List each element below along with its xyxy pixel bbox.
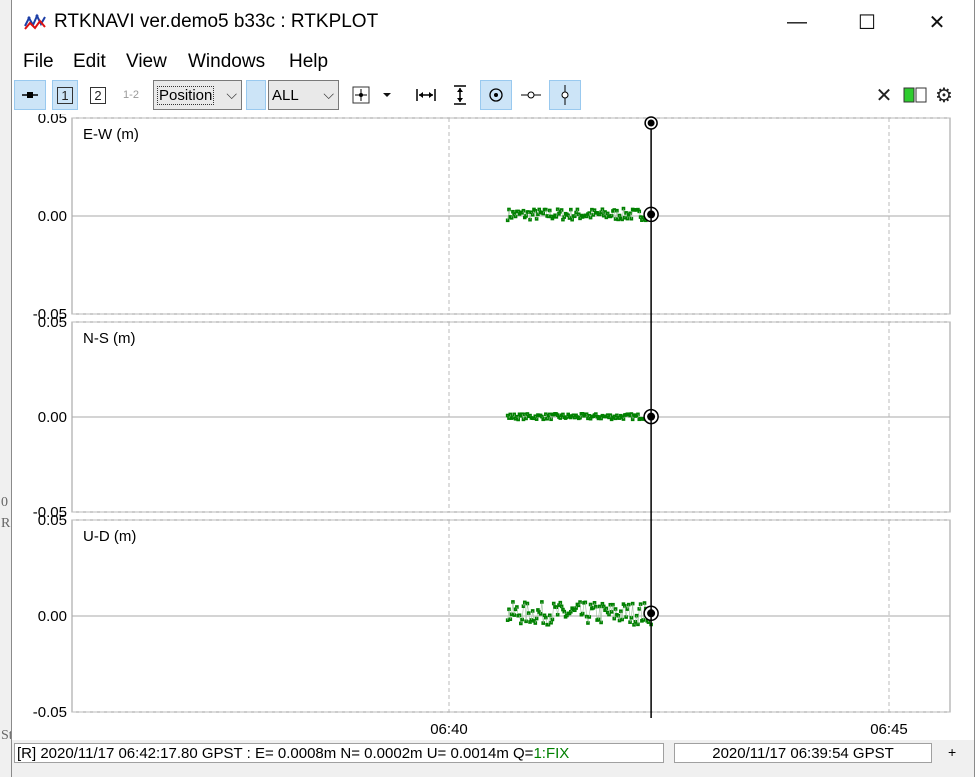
status-bar: [R] 2020/11/17 06:42:17.80 GPST : E= 0.0… xyxy=(12,740,974,777)
crosshair-icon xyxy=(352,86,370,104)
y-tick-label: 0.05 xyxy=(38,512,67,529)
panel-label: N-S (m) xyxy=(83,330,136,347)
y-tick-label: 0.05 xyxy=(38,314,67,331)
chevron-down-icon: ⌵ xyxy=(226,86,237,102)
connect-icon xyxy=(22,92,38,98)
menu-bar: File Edit View Windows Help xyxy=(12,46,974,76)
data-point xyxy=(578,415,582,420)
fit-vertical-button[interactable] xyxy=(445,80,475,110)
menu-edit[interactable]: Edit xyxy=(73,51,106,73)
menu-windows[interactable]: Windows xyxy=(188,51,265,73)
y-tick-label: 0.00 xyxy=(38,409,67,426)
battery-icon xyxy=(903,87,927,103)
fit-horizontal-icon xyxy=(416,89,436,101)
data-point xyxy=(592,601,597,605)
fit-vertical-icon xyxy=(454,85,466,105)
y-tick-label: -0.05 xyxy=(33,704,67,721)
plot-type-select[interactable]: Position ⌵ xyxy=(153,80,242,110)
data-point xyxy=(637,607,642,611)
tab-1-label: 1 xyxy=(57,86,73,104)
track-icon xyxy=(521,91,541,99)
fit-horizontal-button[interactable] xyxy=(411,80,441,110)
close-icon[interactable]: ✕ xyxy=(872,80,896,110)
target-icon xyxy=(489,88,503,102)
solution-status: [R] 2020/11/17 06:42:17.80 GPST : E= 0.0… xyxy=(14,743,664,763)
menu-file[interactable]: File xyxy=(23,51,54,73)
point-style-dropdown[interactable] xyxy=(378,80,396,110)
y-tick-label: 0.05 xyxy=(38,114,67,127)
status-indicator xyxy=(900,80,930,110)
tab-2-button[interactable]: 2 xyxy=(85,80,111,110)
x-tick-label: 06:45 xyxy=(870,721,908,738)
track-vertical-icon xyxy=(561,85,569,105)
tab-1-button[interactable]: 1 xyxy=(52,80,78,110)
tab-1-2-button[interactable]: 1-2 xyxy=(118,80,144,110)
satellite-filter-value: ALL xyxy=(272,86,299,104)
panel-label: U-D (m) xyxy=(83,528,136,545)
point-style-button[interactable] xyxy=(346,80,376,110)
title-bar[interactable]: RTKNAVI ver.demo5 b33c : RTKPLOT — ☐ ✕ xyxy=(12,0,974,45)
menu-help[interactable]: Help xyxy=(289,51,328,73)
close-window-button[interactable]: ✕ xyxy=(902,0,972,45)
split-view-button[interactable] xyxy=(246,80,266,110)
data-point xyxy=(562,609,567,614)
plot-type-value: Position xyxy=(157,85,215,105)
time-cursor-dot xyxy=(647,119,655,127)
data-point xyxy=(572,214,577,219)
background-text: R xyxy=(1,516,11,531)
data-point xyxy=(533,621,538,625)
rtkplot-app-icon xyxy=(24,12,46,32)
y-tick-label: 0.00 xyxy=(38,608,67,625)
x-tick-label: 06:40 xyxy=(430,721,468,738)
solution-status-text: [R] 2020/11/17 06:42:17.80 GPST : E= 0.0… xyxy=(17,745,534,762)
maximize-button[interactable]: ☐ xyxy=(832,0,902,45)
rtkplot-window: RTKNAVI ver.demo5 b33c : RTKPLOT — ☐ ✕ F… xyxy=(11,0,975,777)
show-track-button[interactable] xyxy=(515,80,547,110)
panel-label: E-W (m) xyxy=(83,126,139,143)
y-tick-label: 0.00 xyxy=(38,208,67,225)
cursor-plus-icon: + xyxy=(948,744,957,760)
fix-quality-label: 1:FIX xyxy=(533,745,570,762)
toolbar: 1 2 1-2 Position ⌵ ALL ⌵ ✕ ⚙ xyxy=(12,78,974,115)
window-title: RTKNAVI ver.demo5 b33c : RTKPLOT xyxy=(54,11,379,32)
caret-down-icon xyxy=(383,93,391,97)
plot-area[interactable]: 0.05 0.00 -0.05 E-W (m) 0.05 0.00 -0.05 N-S (m)… xyxy=(12,110,974,740)
satellite-filter-select[interactable]: ALL ⌵ xyxy=(268,80,339,110)
data-point xyxy=(551,601,556,606)
data-point xyxy=(534,217,539,221)
menu-view[interactable]: View xyxy=(126,51,167,73)
minimize-button[interactable]: — xyxy=(762,0,832,45)
position-plot[interactable]: 0.050.00-0.05E-W (m)0.050.00-0.05N-S (m)… xyxy=(12,110,974,740)
fix-horizontal-button[interactable] xyxy=(549,80,581,110)
tab-2-label: 2 xyxy=(90,86,106,104)
center-origin-button[interactable] xyxy=(480,80,512,110)
chevron-down-icon: ⌵ xyxy=(323,86,334,102)
settings-gear-icon[interactable]: ⚙ xyxy=(932,80,956,110)
background-text: 0 xyxy=(1,495,8,510)
time-status: 2020/11/17 06:39:54 GPST xyxy=(674,743,932,763)
connect-button[interactable] xyxy=(14,80,46,110)
